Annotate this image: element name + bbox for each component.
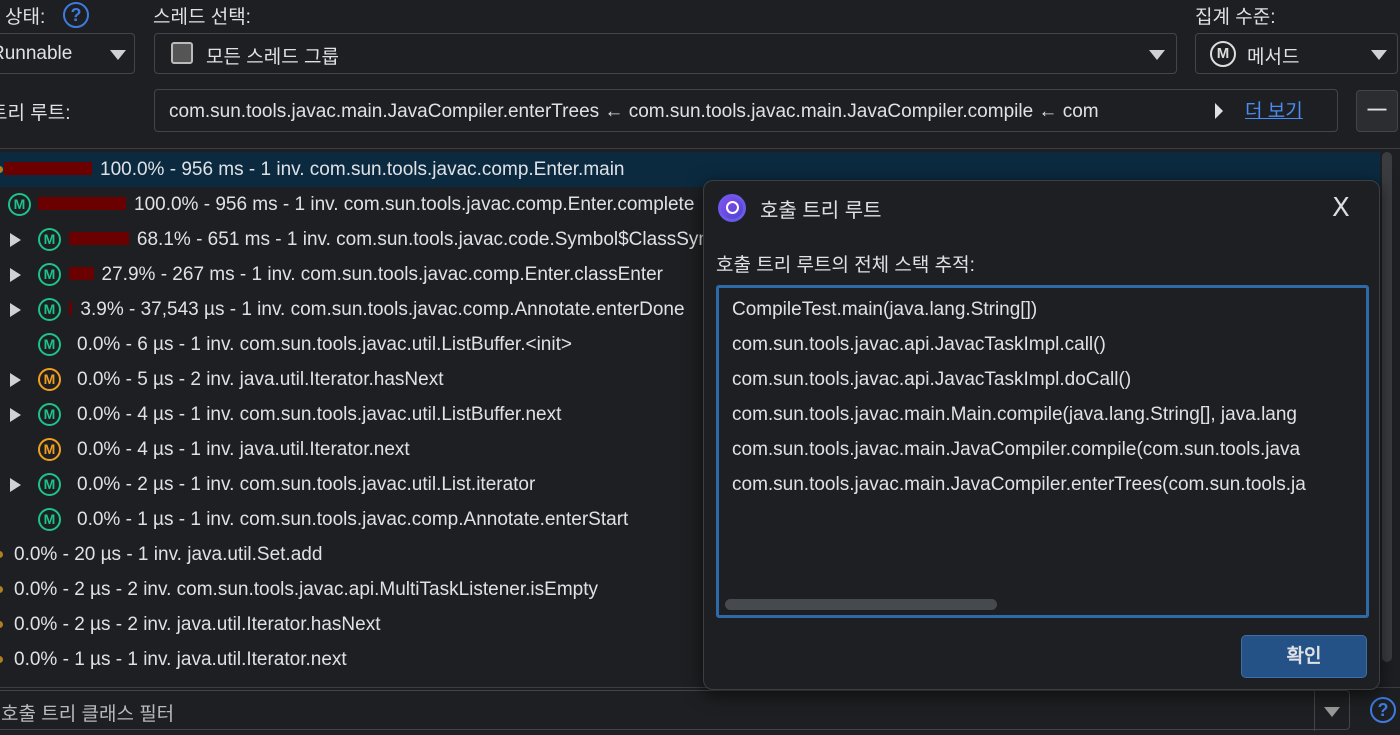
state-value: Runnable <box>0 43 73 64</box>
expand-arrow-icon[interactable] <box>10 268 21 282</box>
tree-row-label: 27.9% - 267 ms - 1 inv. com.sun.tools.ja… <box>101 264 663 285</box>
tree-row-label: 0.0% - 4 µs - 1 inv. java.util.Iterator.… <box>77 439 410 460</box>
method-icon: M <box>38 368 61 391</box>
more-arrow-icon <box>1215 103 1223 119</box>
filter-placeholder: 호출 트리 클래스 필터 <box>1 704 175 725</box>
thread-select[interactable]: 모든 스레드 그룹 <box>154 33 1177 74</box>
state-label: 상태: <box>5 7 46 28</box>
method-icon: M <box>38 438 61 461</box>
tree-row-label: 100.0% - 956 ms - 1 inv. com.sun.tools.j… <box>100 159 625 180</box>
help-icon[interactable]: ? <box>63 2 89 28</box>
aggregation-value: 메서드 <box>1247 47 1300 68</box>
tree-row-label: 100.0% - 956 ms - 1 inv. com.sun.tools.j… <box>134 194 695 215</box>
help-icon[interactable]: ? <box>1370 697 1396 723</box>
thread-group-icon <box>171 42 193 64</box>
tree-row-label: 0.0% - 2 µs - 2 inv. com.sun.tools.javac… <box>14 579 598 600</box>
tree-scrollbar[interactable] <box>1382 152 1392 662</box>
expand-arrow-icon[interactable] <box>10 373 21 387</box>
divider <box>1314 691 1315 731</box>
node-icon <box>0 166 3 173</box>
time-bar <box>38 197 126 210</box>
dialog-title: 호출 트리 루트 <box>760 200 882 222</box>
stack-frame: CompileTest.main(java.lang.String[]) <box>732 299 1038 320</box>
method-icon: M <box>38 508 61 531</box>
stack-trace-textarea[interactable]: CompileTest.main(java.lang.String[]) com.… <box>716 285 1369 618</box>
root-path: com.sun.tools.javac.main.JavaCompiler.en… <box>169 101 1099 122</box>
root-label: 트리 루트: <box>0 103 71 124</box>
method-icon: M <box>38 228 61 251</box>
stack-frame: com.sun.tools.javac.main.Main.compile(ja… <box>732 404 1297 425</box>
thread-label: 스레드 선택: <box>153 7 251 28</box>
stack-frame: com.sun.tools.javac.main.JavaCompiler.en… <box>732 474 1306 495</box>
tree-row-label: 0.0% - 20 µs - 1 inv. java.util.Set.add <box>14 544 323 565</box>
tree-row-label: 0.0% - 1 µs - 1 inv. com.sun.tools.javac… <box>77 509 629 530</box>
stack-frame: com.sun.tools.javac.main.JavaCompiler.co… <box>732 439 1301 460</box>
method-icon: M <box>1210 41 1236 67</box>
ok-button[interactable]: 확인 <box>1241 635 1367 678</box>
method-icon: M <box>38 333 61 356</box>
app-logo-icon <box>718 194 746 222</box>
state-select[interactable]: Runnable <box>0 33 135 74</box>
expand-arrow-icon[interactable] <box>10 233 21 247</box>
chevron-down-icon[interactable] <box>1324 707 1340 717</box>
close-icon[interactable]: X <box>1332 193 1350 223</box>
node-icon <box>0 621 3 628</box>
stack-label: 호출 트리 루트의 전체 스택 추적: <box>716 255 975 276</box>
aggregation-select[interactable]: M 메서드 <box>1195 33 1398 74</box>
tree-row-label: 0.0% - 1 µs - 1 inv. java.util.Iterator.… <box>14 649 347 670</box>
chevron-down-icon <box>110 50 126 60</box>
node-icon <box>0 586 3 593</box>
stack-frame: com.sun.tools.javac.api.JavacTaskImpl.ca… <box>732 334 1106 355</box>
tree-row-label: 0.0% - 4 µs - 1 inv. com.sun.tools.javac… <box>77 404 562 425</box>
tree-row-label: 3.9% - 37,543 µs - 1 inv. com.sun.tools.… <box>80 299 685 320</box>
stack-frame: com.sun.tools.javac.api.JavacTaskImpl.do… <box>732 369 1132 390</box>
call-tree-root-dialog: 호출 트리 루트 X 호출 트리 루트의 전체 스택 추적: CompileTe… <box>703 180 1380 690</box>
expand-arrow-icon[interactable] <box>10 303 21 317</box>
class-filter-input[interactable]: 호출 트리 클래스 필터 <box>0 690 1350 731</box>
node-icon <box>0 656 3 663</box>
time-bar <box>69 267 94 280</box>
method-icon: M <box>38 298 61 321</box>
time-bar <box>69 232 129 245</box>
tree-row-label: 0.0% - 2 µs - 1 inv. com.sun.tools.javac… <box>77 474 536 495</box>
method-icon: M <box>38 403 61 426</box>
expand-arrow-icon[interactable] <box>10 408 21 422</box>
root-path-field: com.sun.tools.javac.main.JavaCompiler.en… <box>154 89 1338 132</box>
time-bar <box>4 162 92 175</box>
method-icon: M <box>8 193 31 216</box>
node-icon <box>0 551 3 558</box>
horizontal-scrollbar[interactable] <box>725 599 997 610</box>
more-link[interactable]: 더 보기 <box>1245 96 1303 123</box>
expand-arrow-icon[interactable] <box>10 478 21 492</box>
chevron-down-icon <box>1371 50 1387 60</box>
method-icon: M <box>38 263 61 286</box>
tree-row-label: 0.0% - 6 µs - 1 inv. com.sun.tools.javac… <box>77 334 572 355</box>
tree-row-label: 0.0% - 5 µs - 2 inv. java.util.Iterator.… <box>77 369 444 390</box>
chevron-down-icon <box>1149 50 1165 60</box>
method-icon: M <box>38 473 61 496</box>
aggregation-label: 집계 수준: <box>1195 7 1276 28</box>
collapse-button[interactable]: — <box>1356 90 1398 132</box>
time-bar <box>69 302 73 315</box>
thread-value: 모든 스레드 그룹 <box>206 47 339 68</box>
tree-row-label: 0.0% - 2 µs - 2 inv. java.util.Iterator.… <box>14 614 381 635</box>
divider <box>0 148 1400 149</box>
